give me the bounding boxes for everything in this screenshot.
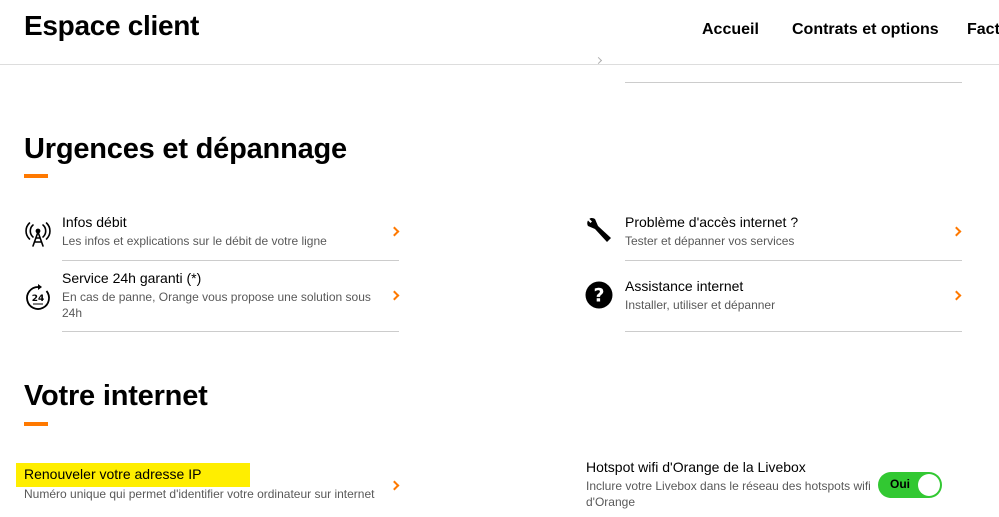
item-title: Assistance internet	[625, 278, 744, 294]
item-description: Inclure votre Livebox dans le réseau des…	[586, 479, 871, 509]
chevron-right-icon	[389, 226, 400, 237]
toggle-label: Oui	[890, 477, 910, 491]
item-title: Problème d'accès internet ?	[625, 214, 799, 230]
item-description: Les infos et explications sur le débit d…	[62, 234, 327, 248]
antenna-icon	[24, 220, 52, 248]
page-brand-title: Espace client	[24, 10, 200, 41]
chevron-right-icon	[951, 290, 962, 301]
link-renouveler-adresse-ip[interactable]: Renouveler votre adresse IP Numéro uniqu…	[24, 466, 400, 506]
link-assistance-internet[interactable]: ? Assistance internet Installer, utilise…	[585, 276, 963, 324]
item-title: Service 24h garanti (*)	[62, 270, 202, 286]
help-circle-icon: ?	[585, 281, 613, 309]
item-title: Renouveler votre adresse IP	[24, 466, 202, 482]
nav-factures[interactable]: Fact	[967, 21, 999, 39]
svg-text:?: ?	[593, 285, 604, 307]
section-title-votre-internet: Votre internet	[24, 380, 208, 412]
item-title: Hotspot wifi d'Orange de la Livebox	[586, 459, 806, 475]
item-description: En cas de panne, Orange vous propose une…	[62, 290, 371, 320]
wrench-icon	[585, 216, 613, 244]
divider	[625, 82, 962, 83]
site-header: Espace client Accueil Contrats et option…	[0, 0, 999, 65]
divider	[625, 331, 962, 332]
link-infos-debit[interactable]: Infos débit Les infos et explications su…	[24, 212, 400, 260]
divider	[625, 260, 962, 261]
chevron-right-icon	[389, 480, 400, 491]
chevron-right-icon	[951, 226, 962, 237]
hotspot-toggle[interactable]: Oui	[878, 472, 942, 498]
divider	[62, 331, 399, 332]
accent-underline	[24, 422, 48, 426]
clock-24h-icon: 24	[24, 284, 52, 312]
item-description: Installer, utiliser et dépanner	[625, 298, 776, 312]
nav-contrats-et-options[interactable]: Contrats et options	[792, 21, 939, 39]
item-description: Numéro unique qui permet d'identifier vo…	[24, 487, 375, 501]
accent-underline	[24, 174, 48, 178]
link-probleme-acces-internet[interactable]: Problème d'accès internet ? Tester et dé…	[585, 212, 963, 260]
svg-text:24: 24	[32, 294, 45, 304]
section-title-urgences: Urgences et dépannage	[24, 133, 347, 165]
link-service-24h-garanti[interactable]: 24 Service 24h garanti (*) En cas de pan…	[24, 268, 400, 324]
chevron-right-icon	[389, 290, 400, 301]
hotspot-wifi-setting: Hotspot wifi d'Orange de la Livebox Incl…	[586, 459, 876, 513]
toggle-knob	[918, 474, 940, 496]
item-description: Tester et dépanner vos services	[625, 234, 795, 248]
nav-accueil[interactable]: Accueil	[702, 21, 759, 39]
divider	[62, 260, 399, 261]
item-title: Infos débit	[62, 214, 127, 230]
